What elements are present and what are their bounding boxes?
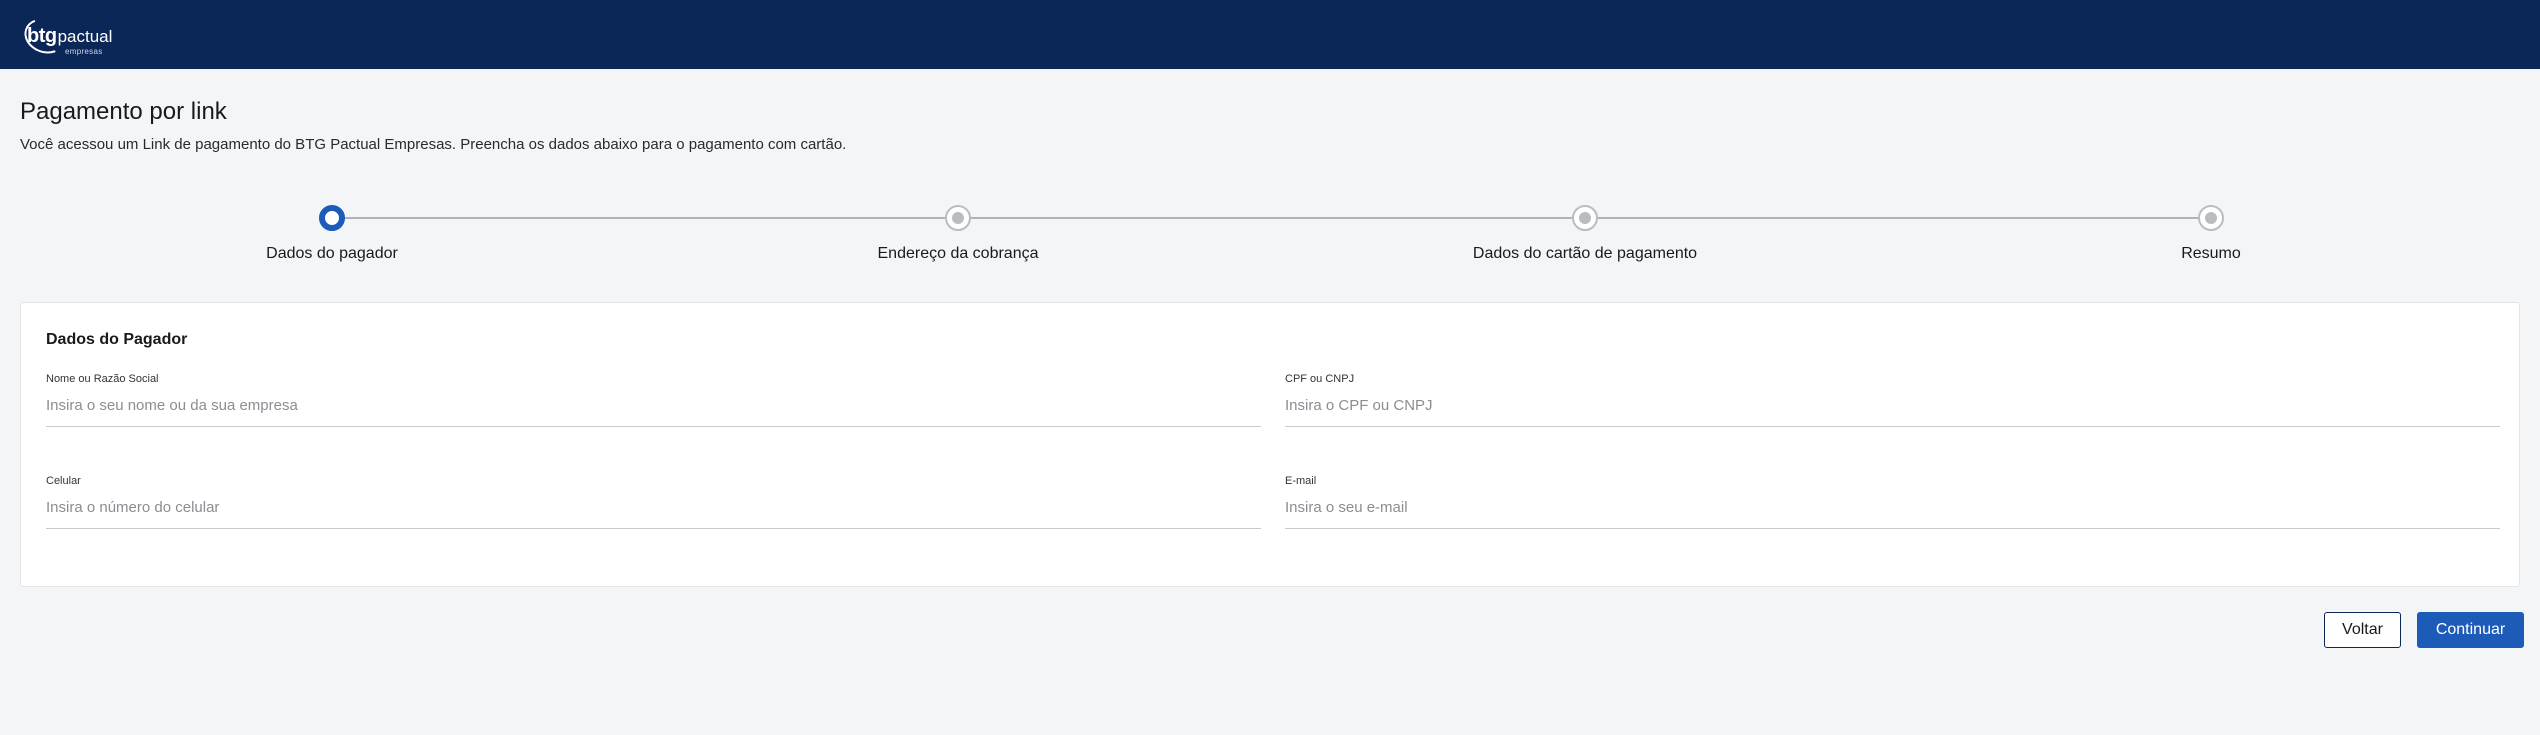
document-field-group: CPF ou CNPJ bbox=[1285, 373, 2500, 433]
step-pending-indicator-icon bbox=[1572, 205, 1598, 231]
phone-field-label: Celular bbox=[46, 475, 81, 487]
top-bar: btg pactual empresas bbox=[0, 0, 2540, 69]
logo-pactual-text: pactual bbox=[57, 26, 113, 46]
logo-mark: btg pactual empresas bbox=[19, 12, 113, 59]
continue-button[interactable]: Continuar bbox=[2417, 612, 2524, 648]
step-pending-indicator-icon bbox=[945, 205, 971, 231]
step-label: Dados do cartão de pagamento bbox=[1472, 245, 1698, 262]
name-field-group: Nome ou Razão Social bbox=[46, 373, 1261, 433]
page-title: Pagamento por link bbox=[20, 98, 227, 125]
logo-empresas-text: empresas bbox=[65, 46, 103, 56]
btg-pactual-logo[interactable]: btg pactual empresas bbox=[19, 12, 113, 59]
step-dados-do-pagador: Dados do pagador bbox=[132, 200, 532, 263]
progress-stepper: Dados do pagador Endereço da cobrança Da… bbox=[0, 200, 2540, 270]
email-field-label: E-mail bbox=[1285, 475, 1317, 487]
name-field-label: Nome ou Razão Social bbox=[46, 373, 159, 385]
phone-field-group: Celular bbox=[46, 475, 1261, 535]
step-active-indicator-icon bbox=[319, 205, 345, 231]
name-input[interactable] bbox=[46, 393, 1261, 427]
step-resumo: Resumo bbox=[2011, 200, 2411, 263]
email-field-group: E-mail bbox=[1285, 475, 2500, 535]
payer-data-card: Dados do Pagador Nome ou Razão Social CP… bbox=[20, 302, 2520, 587]
step-label: Dados do pagador bbox=[266, 245, 398, 262]
step-pending-indicator-icon bbox=[2198, 205, 2224, 231]
page-subtitle: Você acessou um Link de pagamento do BTG… bbox=[20, 136, 847, 153]
card-title: Dados do Pagador bbox=[46, 331, 188, 348]
document-field-label: CPF ou CNPJ bbox=[1285, 373, 1355, 385]
phone-input[interactable] bbox=[46, 495, 1261, 529]
back-button[interactable]: Voltar bbox=[2324, 612, 2401, 648]
step-dados-do-cartao: Dados do cartão de pagamento bbox=[1385, 200, 1785, 263]
document-input[interactable] bbox=[1285, 393, 2500, 427]
step-label: Resumo bbox=[2181, 245, 2241, 262]
step-endereco-da-cobranca: Endereço da cobrança bbox=[758, 200, 1158, 263]
logo-btg-text: btg bbox=[27, 24, 57, 47]
step-label: Endereço da cobrança bbox=[877, 245, 1039, 262]
email-input[interactable] bbox=[1285, 495, 2500, 529]
